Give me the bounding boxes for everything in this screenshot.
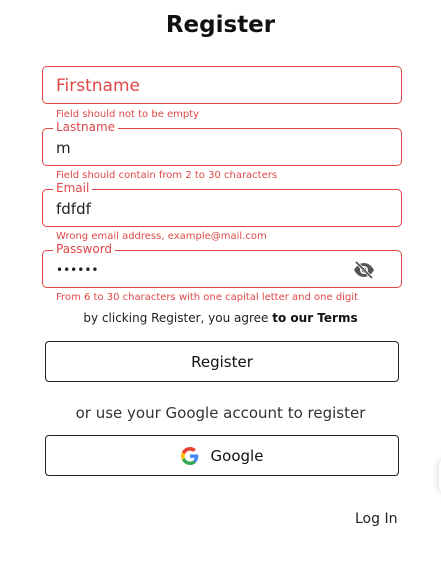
lastname-error: Field should contain from 2 to 30 charac…	[56, 170, 278, 181]
password-error: From 6 to 30 characters with one capital…	[56, 292, 358, 303]
terms-link[interactable]: to our Terms	[272, 311, 357, 325]
google-button-label: Google	[210, 446, 264, 465]
login-link[interactable]: Log In	[355, 511, 397, 527]
email-error: Wrong email address, example@mail.com	[56, 231, 267, 242]
register-button[interactable]: Register	[45, 341, 399, 382]
google-prompt: or use your Google account to register	[75, 404, 366, 422]
email-value: fdfdf	[56, 200, 91, 218]
lastname-value: m	[56, 139, 71, 157]
password-label: Password	[53, 242, 116, 257]
email-label: Email	[53, 181, 93, 196]
page-title: Register	[165, 12, 276, 38]
password-value: ••••••	[56, 263, 99, 277]
lastname-label: Lastname	[53, 120, 119, 135]
firstname-placeholder: Firstname	[56, 76, 140, 96]
terms-prefix: by clicking Register, you agree	[83, 311, 273, 325]
register-button-label: Register	[191, 352, 253, 371]
firstname-error: Field should not to be empty	[56, 109, 200, 120]
email-field[interactable]: Email fdfdf	[42, 181, 402, 227]
password-field[interactable]: Password ••••••	[42, 242, 402, 288]
google-button[interactable]: Google	[45, 435, 399, 476]
terms-text: by clicking Register, you agree to our T…	[0, 311, 441, 325]
eye-off-icon[interactable]	[352, 260, 376, 280]
lastname-field[interactable]: Lastname m	[42, 120, 402, 166]
firstname-field[interactable]: Firstname	[42, 66, 402, 104]
google-logo-icon	[180, 446, 199, 465]
